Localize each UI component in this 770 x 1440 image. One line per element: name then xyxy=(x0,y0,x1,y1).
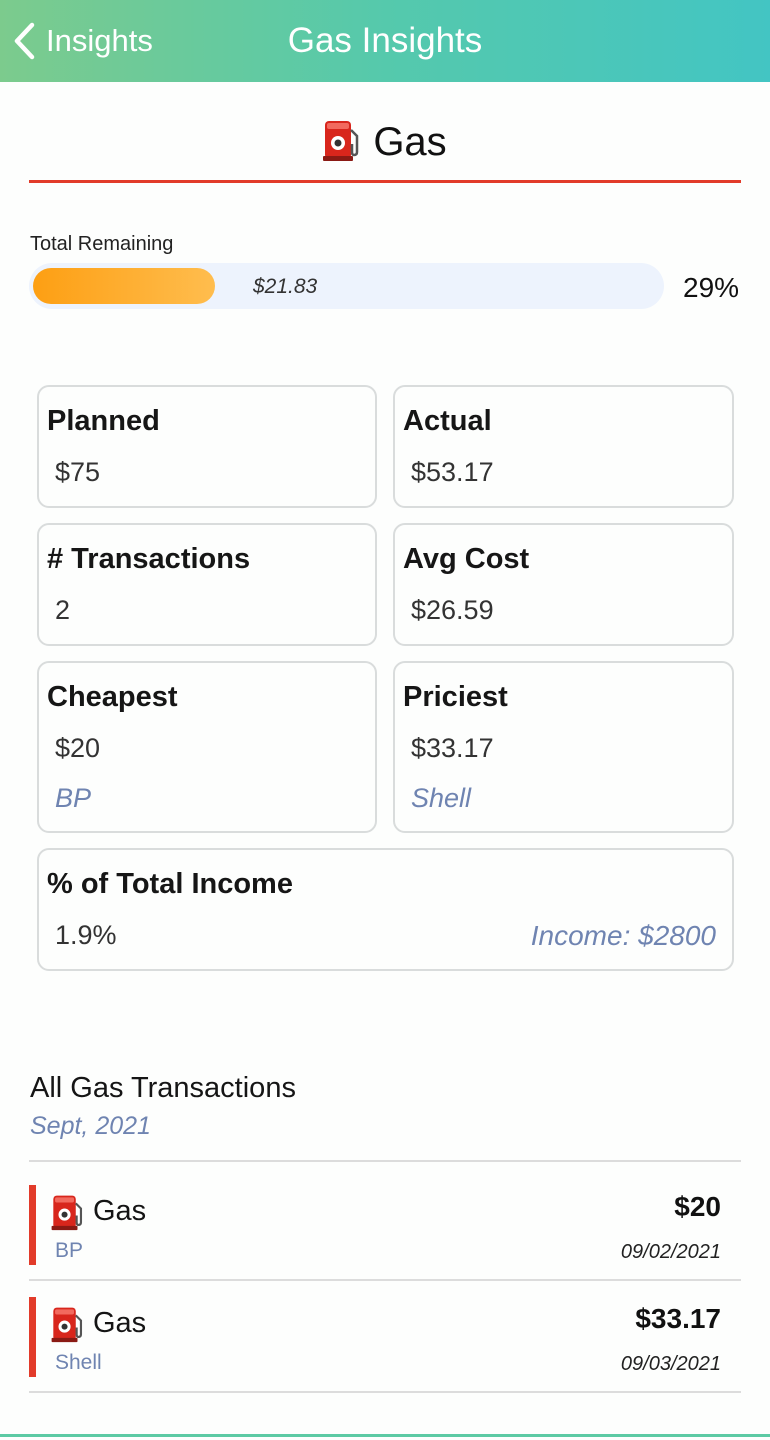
actual-value: $53.17 xyxy=(411,457,494,487)
transaction-amount: $33.17 xyxy=(635,1303,721,1334)
cheapest-card: Cheapest $20 BP xyxy=(37,661,377,833)
planned-value: $75 xyxy=(55,457,101,487)
remaining-progress-fill xyxy=(33,268,215,304)
transactions-count-title: # Transactions xyxy=(47,543,251,575)
transaction-row[interactable]: Gas Shell $33.17 09/03/2021 xyxy=(29,1297,741,1377)
avg-cost-title: Avg Cost xyxy=(403,543,530,575)
category-divider xyxy=(29,180,741,183)
transaction-category: Gas xyxy=(93,1195,147,1227)
transaction-category: Gas xyxy=(93,1307,147,1339)
actual-title: Actual xyxy=(403,405,492,437)
remaining-progress-bar: $21.83 xyxy=(29,263,664,309)
category-color-bar xyxy=(29,1297,36,1377)
planned-title: Planned xyxy=(47,405,160,437)
list-divider xyxy=(29,1391,741,1393)
income-total: Income: $2800 xyxy=(530,920,716,951)
cheapest-value: $20 xyxy=(55,733,101,763)
remaining-percent: 29% xyxy=(683,272,740,303)
list-divider xyxy=(29,1279,741,1281)
transaction-merchant: BP xyxy=(55,1239,84,1262)
remaining-amount: $21.83 xyxy=(253,275,318,298)
page-title: Gas Insights xyxy=(287,21,483,60)
category-color-bar xyxy=(29,1185,36,1265)
remaining-label: Total Remaining xyxy=(30,233,174,255)
bottom-edge-line xyxy=(0,1434,770,1437)
list-divider xyxy=(29,1160,741,1162)
priciest-title: Priciest xyxy=(403,681,508,713)
transaction-amount: $20 xyxy=(674,1191,721,1222)
transaction-merchant: Shell xyxy=(55,1351,102,1374)
category-title: Gas xyxy=(0,114,770,170)
transaction-row[interactable]: Gas BP $20 09/02/2021 xyxy=(29,1185,741,1265)
income-share-card: % of Total Income 1.9% Income: $2800 xyxy=(37,848,734,971)
transaction-date: 09/02/2021 xyxy=(620,1241,721,1263)
transactions-count-value: 2 xyxy=(55,595,71,625)
category-name: Gas xyxy=(373,119,447,164)
transaction-date: 09/03/2021 xyxy=(620,1353,721,1375)
actual-card: Actual $53.17 xyxy=(393,385,734,508)
cheapest-title: Cheapest xyxy=(47,681,178,713)
planned-card: Planned $75 xyxy=(37,385,377,508)
priciest-merchant: Shell xyxy=(411,783,472,813)
fuel-pump-icon xyxy=(323,118,361,167)
cheapest-merchant: BP xyxy=(55,783,92,813)
top-nav-bar: Insights Gas Insights xyxy=(0,0,770,82)
transactions-heading: All Gas Transactions xyxy=(30,1072,296,1104)
fuel-pump-icon xyxy=(51,1193,85,1236)
fuel-pump-icon xyxy=(51,1305,85,1348)
transactions-period: Sept, 2021 xyxy=(30,1112,151,1140)
income-share-title: % of Total Income xyxy=(47,868,293,900)
income-share-value: 1.9% xyxy=(55,920,117,950)
priciest-card: Priciest $33.17 Shell xyxy=(393,661,734,833)
transactions-count-card: # Transactions 2 xyxy=(37,523,377,646)
priciest-value: $33.17 xyxy=(411,733,494,763)
avg-cost-value: $26.59 xyxy=(411,595,494,625)
avg-cost-card: Avg Cost $26.59 xyxy=(393,523,734,646)
